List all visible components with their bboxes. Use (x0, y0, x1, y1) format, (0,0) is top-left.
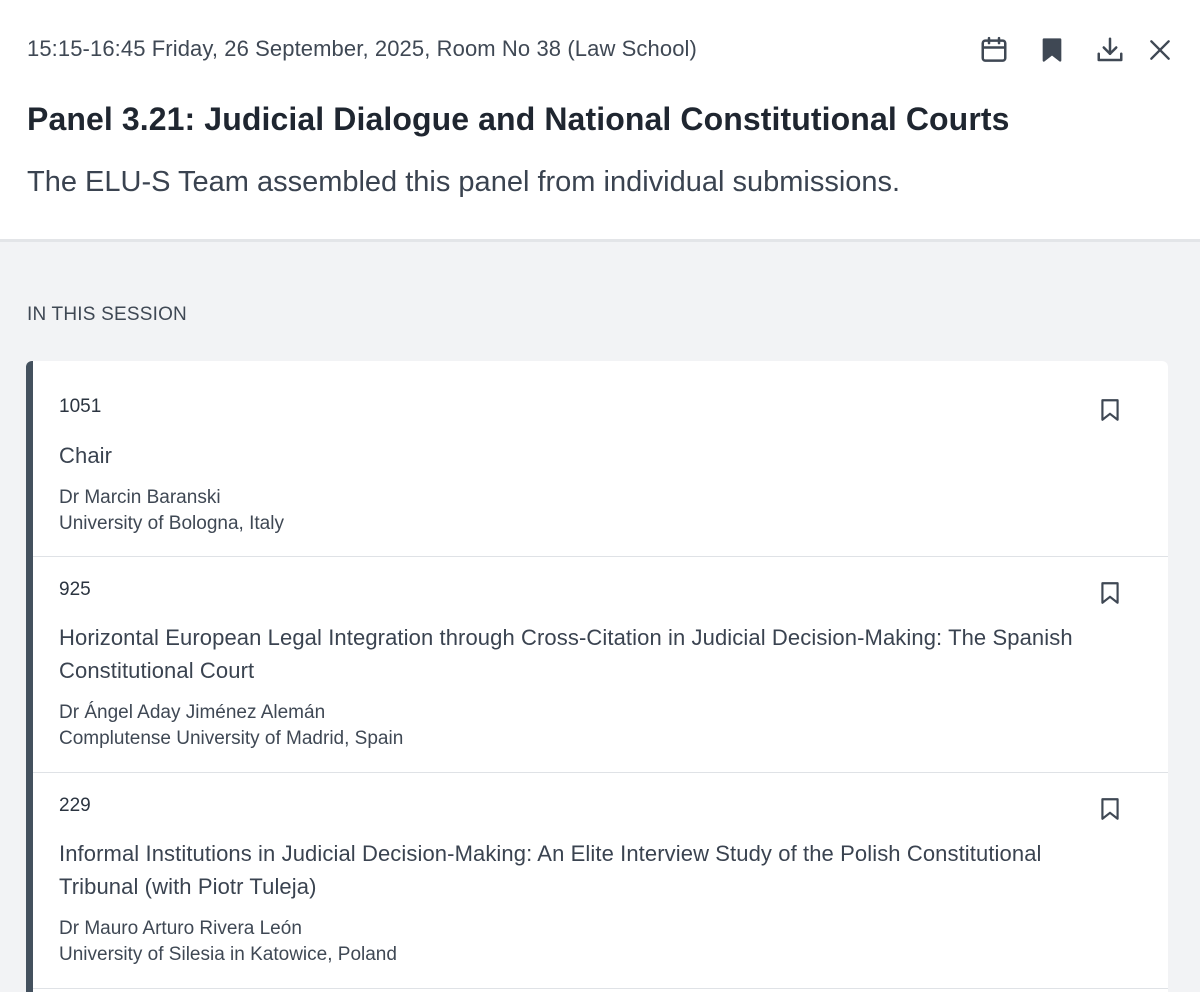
item-id: 229 (59, 795, 91, 816)
calendar-icon (981, 36, 1007, 62)
item-affiliation: University of Silesia in Katowice, Polan… (59, 944, 397, 965)
list-item[interactable]: 229 Informal Institutions in Judicial De… (33, 773, 1168, 989)
item-id: 925 (59, 579, 91, 600)
item-affiliation: Complutense University of Madrid, Spain (59, 728, 404, 749)
bookmark-session-button[interactable] (1034, 32, 1070, 68)
item-author: Dr Mauro Arturo Rivera León (59, 918, 302, 939)
header-actions (954, 32, 1178, 68)
close-button[interactable] (1142, 32, 1178, 68)
bookmark-icon (1101, 399, 1119, 421)
item-title[interactable]: Chair (59, 439, 1099, 472)
list-item[interactable]: 925 Horizontal European Legal Integratio… (33, 557, 1168, 773)
add-to-calendar-button[interactable] (976, 32, 1012, 68)
item-title[interactable]: Horizontal European Legal Integration th… (59, 621, 1099, 687)
bookmark-icon (1101, 798, 1119, 820)
bookmark-item-button[interactable] (1095, 793, 1125, 825)
session-meta: 15:15-16:45 Friday, 26 September, 2025, … (27, 36, 697, 61)
download-icon (1097, 37, 1123, 62)
bookmark-icon (1101, 582, 1119, 604)
bookmark-filled-icon (1042, 38, 1062, 62)
item-title[interactable]: Informal Institutions in Judicial Decisi… (59, 837, 1099, 903)
session-items-card: 1051 Chair Dr Marcin Baranski University… (26, 361, 1168, 992)
session-header: 15:15-16:45 Friday, 26 September, 2025, … (0, 0, 1200, 242)
item-id: 1051 (59, 396, 102, 417)
item-author: Dr Marcin Baranski (59, 487, 221, 508)
item-affiliation: University of Bologna, Italy (59, 513, 284, 534)
session-description: The ELU-S Team assembled this panel from… (27, 166, 901, 198)
close-icon (1150, 40, 1170, 60)
item-author: Dr Ángel Aday Jiménez Alemán (59, 702, 326, 723)
list-item[interactable]: 1051 Chair Dr Marcin Baranski University… (33, 361, 1168, 557)
section-label: IN THIS SESSION (27, 304, 187, 325)
bookmark-item-button[interactable] (1095, 577, 1125, 609)
download-button[interactable] (1092, 32, 1128, 68)
bookmark-item-button[interactable] (1095, 394, 1125, 426)
session-title: Panel 3.21: Judicial Dialogue and Nation… (27, 101, 1010, 137)
